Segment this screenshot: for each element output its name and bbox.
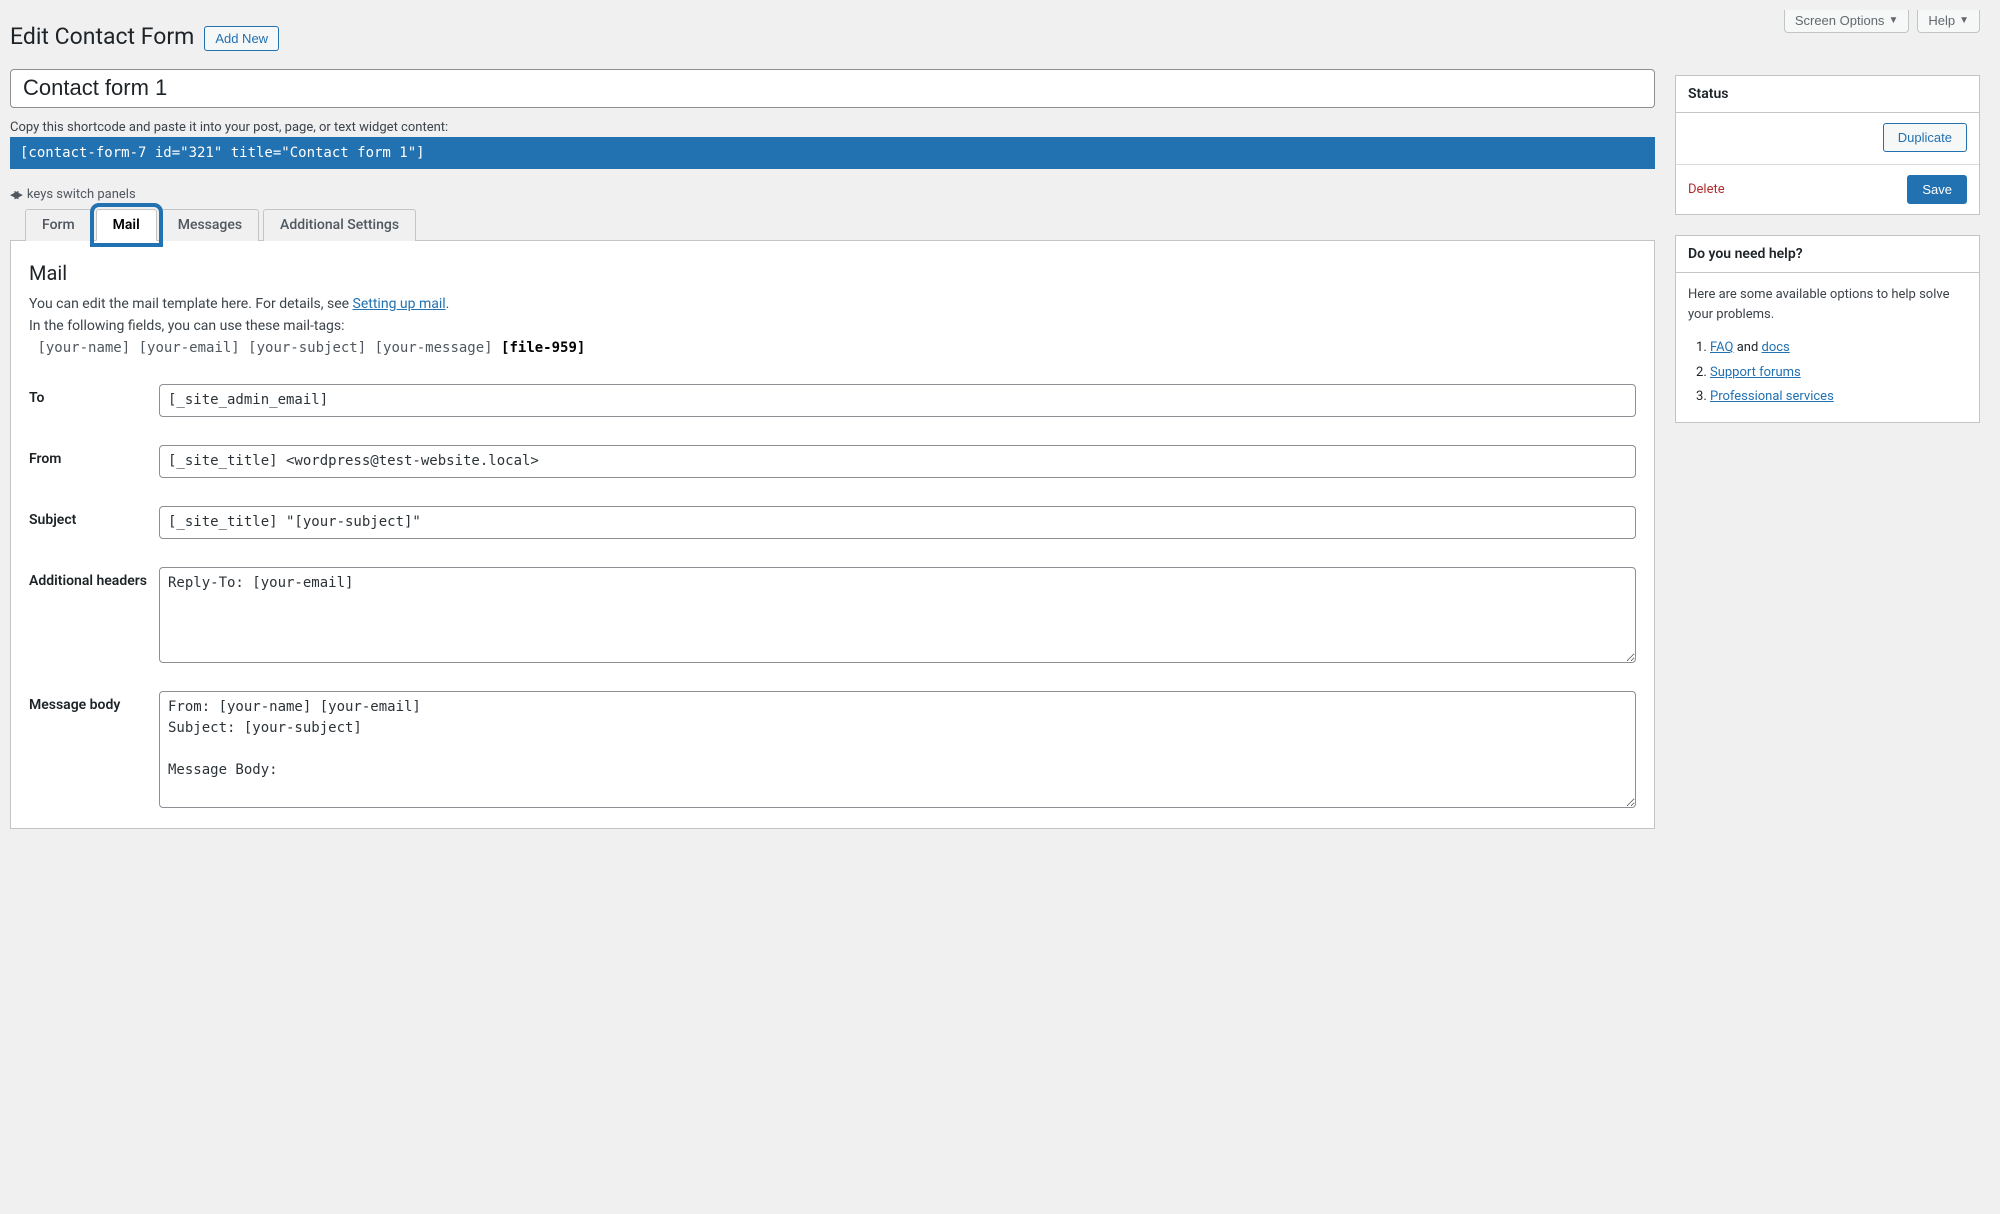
docs-link[interactable]: docs xyxy=(1762,340,1790,355)
from-input[interactable] xyxy=(159,445,1636,478)
mail-tags-intro: In the following fields, you can use the… xyxy=(29,315,1636,337)
help-item-faq-docs: FAQ and docs xyxy=(1710,336,1967,361)
subject-label: Subject xyxy=(29,506,159,528)
page-title: Edit Contact Form xyxy=(10,23,194,50)
help-intro: Here are some available options to help … xyxy=(1688,285,1967,324)
from-label: From xyxy=(29,445,159,467)
add-new-button[interactable]: Add New xyxy=(204,26,279,51)
mail-tags-list: [your-name] [your-email] [your-subject] … xyxy=(29,340,1636,356)
help-item-professional: Professional services xyxy=(1710,385,1967,410)
arrow-left-right-icon: ◀▶ xyxy=(10,188,19,201)
faq-link[interactable]: FAQ xyxy=(1710,340,1733,355)
help-postbox: Do you need help? Here are some availabl… xyxy=(1675,235,1980,423)
tab-additional-settings[interactable]: Additional Settings xyxy=(263,209,416,241)
tab-mail[interactable]: Mail xyxy=(96,209,157,241)
keys-switch-label: keys switch panels xyxy=(27,187,136,202)
additional-headers-textarea[interactable] xyxy=(159,567,1636,663)
shortcode-hint: Copy this shortcode and paste it into yo… xyxy=(10,120,1655,135)
support-forums-link[interactable]: Support forums xyxy=(1710,365,1801,380)
additional-headers-label: Additional headers xyxy=(29,567,159,589)
save-button[interactable]: Save xyxy=(1907,175,1967,204)
professional-services-link[interactable]: Professional services xyxy=(1710,389,1834,404)
mail-description: You can edit the mail template here. For… xyxy=(29,293,1636,315)
setting-up-mail-link[interactable]: Setting up mail xyxy=(353,296,446,312)
form-title-input[interactable] xyxy=(10,69,1655,108)
to-label: To xyxy=(29,384,159,406)
message-body-label: Message body xyxy=(29,691,159,713)
mail-panel: Mail You can edit the mail template here… xyxy=(10,240,1655,829)
subject-input[interactable] xyxy=(159,506,1636,539)
duplicate-button[interactable]: Duplicate xyxy=(1883,123,1967,152)
status-postbox: Status Duplicate Delete Save xyxy=(1675,75,1980,215)
help-item-support: Support forums xyxy=(1710,361,1967,386)
tab-form[interactable]: Form xyxy=(25,209,92,241)
mail-heading: Mail xyxy=(29,261,1636,285)
message-body-textarea[interactable] xyxy=(159,691,1636,808)
shortcode-display[interactable]: [contact-form-7 id="321" title="Contact … xyxy=(10,137,1655,169)
keys-switch-hint: ◀▶ keys switch panels xyxy=(10,187,1655,202)
tab-messages[interactable]: Messages xyxy=(161,209,259,241)
delete-link[interactable]: Delete xyxy=(1688,182,1725,197)
status-heading: Status xyxy=(1676,76,1979,113)
to-input[interactable] xyxy=(159,384,1636,417)
help-heading: Do you need help? xyxy=(1676,236,1979,273)
